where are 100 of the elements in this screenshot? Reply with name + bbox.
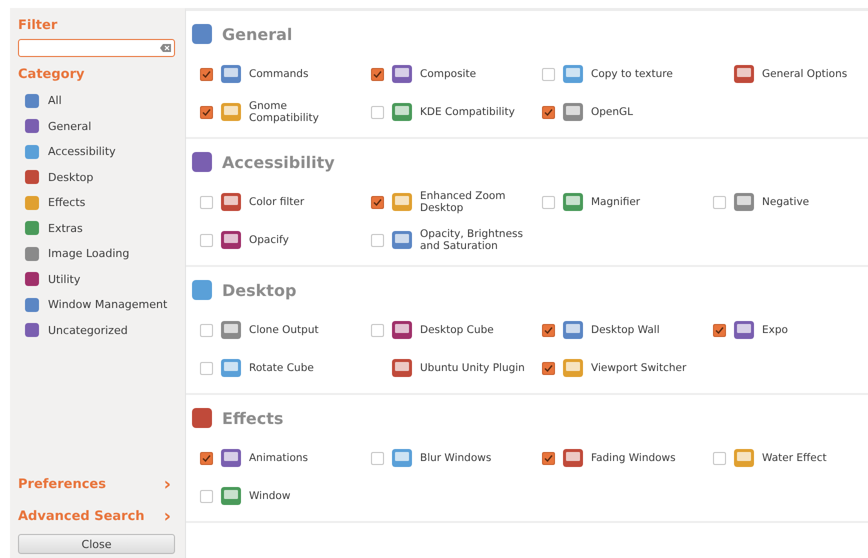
checkbox[interactable] <box>371 196 384 208</box>
plugin-name[interactable]: Composite <box>420 68 476 80</box>
category-icon <box>24 144 40 160</box>
checkbox[interactable] <box>371 452 384 464</box>
plugin-name[interactable]: Copy to texture <box>591 68 673 80</box>
checkbox[interactable] <box>371 324 384 336</box>
checkbox[interactable] <box>371 68 384 80</box>
plugin-name[interactable]: Opacify <box>249 234 289 246</box>
plugin-icon <box>219 446 243 470</box>
plugin-icon <box>219 190 243 214</box>
plugin-icon <box>732 190 756 214</box>
clear-icon[interactable] <box>160 44 171 52</box>
checkbox[interactable] <box>542 68 555 80</box>
plugin-name[interactable]: Color filter <box>249 196 304 208</box>
category-icon <box>24 169 40 186</box>
category-item[interactable]: Uncategorized <box>18 318 175 343</box>
checkbox[interactable] <box>542 196 555 208</box>
checkbox[interactable] <box>713 324 726 336</box>
plugin-name[interactable]: Desktop Wall <box>591 324 660 336</box>
checkbox[interactable] <box>371 106 384 118</box>
category-item[interactable]: Effects <box>18 190 175 216</box>
category-icon <box>190 22 214 46</box>
plugin-icon <box>390 62 414 86</box>
plugin-name[interactable]: Rotate Cube <box>249 362 314 374</box>
plugin-name[interactable]: General Options <box>762 68 848 80</box>
category-item[interactable]: Utility <box>18 266 175 292</box>
checkbox[interactable] <box>713 196 726 208</box>
category-label: General <box>48 120 92 133</box>
category-item[interactable]: Accessibility <box>18 139 175 164</box>
plugin-icon <box>390 190 414 214</box>
plugin-name[interactable]: KDE Compatibility <box>420 106 515 118</box>
plugin-icon <box>561 318 585 342</box>
category-label: Window Management <box>48 298 168 312</box>
category-icon <box>24 296 40 313</box>
category-label: Extras <box>48 222 83 235</box>
category-icon <box>190 406 214 430</box>
plugin-name[interactable]: Blur Windows <box>420 452 492 464</box>
category-item[interactable]: All <box>18 88 175 114</box>
plugin-icon <box>732 446 756 470</box>
category-item[interactable]: Image Loading <box>18 241 175 266</box>
category-item[interactable]: Window Management <box>18 292 175 318</box>
plugin-name[interactable]: Water Effect <box>762 452 827 464</box>
checkbox[interactable] <box>200 452 213 464</box>
plugin-name[interactable]: Viewport Switcher <box>591 362 686 374</box>
category-label: All <box>48 94 62 108</box>
plugin-name[interactable]: Ubuntu Unity Plugin <box>420 362 525 374</box>
plugin-name[interactable]: Window <box>249 490 290 502</box>
section-title: Desktop <box>222 280 296 300</box>
plugin-icon <box>390 446 414 470</box>
checkbox[interactable] <box>200 324 213 336</box>
filter-label: Filter <box>18 18 58 33</box>
plugin-name[interactable]: Fading Windows <box>591 452 676 464</box>
checkbox[interactable] <box>200 196 213 208</box>
category-icon <box>24 118 40 134</box>
filter-field[interactable] <box>18 39 175 57</box>
category-item[interactable]: Desktop <box>18 164 175 190</box>
plugin-icon <box>219 62 243 86</box>
checkbox[interactable] <box>713 452 726 464</box>
plugin-icon <box>561 62 585 86</box>
close-button[interactable]: Close <box>18 534 175 554</box>
checkbox[interactable] <box>371 234 384 246</box>
plugin-name[interactable]: Opacity, Brightness and Saturation <box>420 228 530 252</box>
plugin-name[interactable]: Expo <box>762 324 788 336</box>
category-label: Uncategorized <box>48 324 128 337</box>
checkbox[interactable] <box>200 106 213 118</box>
category-item[interactable]: Extras <box>18 216 175 241</box>
plugin-icon <box>219 356 243 380</box>
plugin-name[interactable]: Enhanced Zoom Desktop <box>420 190 530 214</box>
category-icon <box>24 322 40 338</box>
checkbox[interactable] <box>542 452 555 464</box>
category-icon <box>24 246 40 262</box>
checkbox[interactable] <box>542 362 555 374</box>
plugin-name[interactable]: Magnifier <box>591 196 640 208</box>
plugin-name[interactable]: Clone Output <box>249 324 319 336</box>
plugin-icon <box>219 100 243 124</box>
plugin-name[interactable]: Desktop Cube <box>420 324 494 336</box>
checkbox[interactable] <box>200 490 213 502</box>
section-title: Effects <box>222 408 284 428</box>
plugin-icon <box>390 100 414 124</box>
plugin-icon <box>732 318 756 342</box>
category-icon <box>190 150 214 174</box>
category-icon <box>190 278 214 302</box>
plugin-icon <box>561 446 585 470</box>
plugin-name[interactable]: Negative <box>762 196 810 208</box>
checkbox[interactable] <box>200 362 213 374</box>
checkbox[interactable] <box>200 234 213 246</box>
plugin-icon <box>732 62 756 86</box>
checkbox[interactable] <box>542 106 555 118</box>
category-label: Accessibility <box>48 145 116 158</box>
category-label: Utility <box>48 272 80 286</box>
plugin-name[interactable]: Commands <box>249 68 308 80</box>
section-title: General <box>222 24 292 44</box>
checkbox[interactable] <box>542 324 555 336</box>
plugin-name[interactable]: Animations <box>249 452 308 464</box>
plugin-name[interactable]: Gnome Compatibility <box>249 100 359 124</box>
plugin-name[interactable]: OpenGL <box>591 106 634 118</box>
checkbox[interactable] <box>200 68 213 80</box>
plugin-icon <box>219 484 243 508</box>
category-icon <box>24 92 40 109</box>
category-item[interactable]: General <box>18 114 175 139</box>
